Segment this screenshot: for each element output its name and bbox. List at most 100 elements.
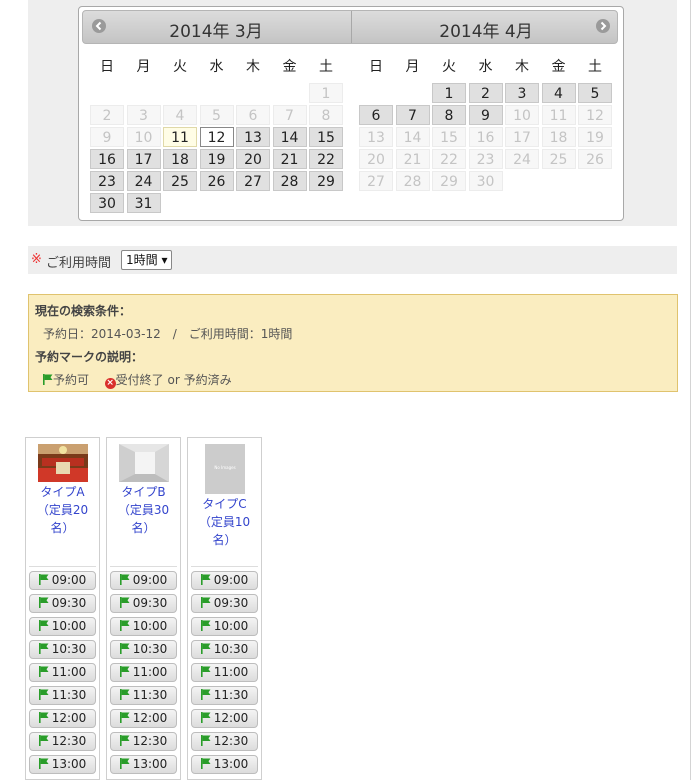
time-slot-button[interactable]: 13:00 <box>191 755 258 774</box>
calendar-day: 12 <box>578 105 612 125</box>
calendar-day[interactable]: 5 <box>578 83 612 103</box>
weekday-header: 水 <box>478 59 493 75</box>
flag-icon <box>200 712 211 723</box>
calendar-day: 24 <box>505 149 539 169</box>
calendar-day[interactable]: 18 <box>163 149 197 169</box>
room-thumbnail-hall[interactable] <box>38 444 88 482</box>
time-slot-button[interactable]: 11:00 <box>110 663 177 682</box>
calendar-day[interactable]: 6 <box>359 105 393 125</box>
calendar-day[interactable]: 13 <box>236 127 270 147</box>
calendar-day[interactable]: 29 <box>309 171 343 191</box>
room-name-link[interactable]: タイプC （定員10 名） <box>188 495 261 549</box>
time-slot-button[interactable]: 11:00 <box>29 663 96 682</box>
time-slot-button[interactable]: 11:30 <box>29 686 96 705</box>
weekday-header: 火 <box>442 59 456 75</box>
time-slot-button[interactable]: 09:00 <box>110 571 177 590</box>
cross-circle-icon: × <box>104 378 116 389</box>
calendar-day[interactable]: 11 <box>163 127 197 147</box>
time-slot-label: 12:00 <box>51 711 87 725</box>
time-slot-button[interactable]: 10:30 <box>29 640 96 659</box>
time-slot-button[interactable]: 12:00 <box>110 709 177 728</box>
time-slot-label: 12:00 <box>132 711 168 725</box>
time-slot-button[interactable]: 10:00 <box>110 617 177 636</box>
flag-icon <box>200 597 211 608</box>
time-slot-button[interactable]: 10:00 <box>191 617 258 636</box>
time-slot-label: 11:30 <box>213 688 249 702</box>
time-slot-button[interactable]: 10:30 <box>191 640 258 659</box>
usage-time-select[interactable]: 1時間 ▾ <box>121 250 173 270</box>
time-slot-label: 09:30 <box>132 596 168 610</box>
room-name-link[interactable]: タイプA （定員20 名） <box>26 483 99 537</box>
calendar-day[interactable]: 25 <box>163 171 197 191</box>
flag-icon <box>119 620 130 631</box>
weekday-header: 日 <box>369 59 383 75</box>
flag-icon <box>119 712 130 723</box>
calendar-day[interactable]: 15 <box>309 127 343 147</box>
room-thumbnail-room[interactable] <box>119 444 169 482</box>
time-slot-button[interactable]: 12:30 <box>29 732 96 751</box>
flag-icon <box>119 597 130 608</box>
prev-month-icon[interactable] <box>92 19 106 33</box>
room-name-link[interactable]: タイプB （定員30 名） <box>107 483 180 537</box>
time-slot-label: 11:00 <box>132 665 168 679</box>
calendar-day[interactable]: 22 <box>309 149 343 169</box>
time-slot-label: 11:30 <box>132 688 168 702</box>
time-slot-button[interactable]: 09:30 <box>191 594 258 613</box>
time-slot-button[interactable]: 09:00 <box>29 571 96 590</box>
calendar-day[interactable]: 8 <box>432 105 466 125</box>
calendar-day: 7 <box>272 105 307 125</box>
time-slot-button[interactable]: 10:00 <box>29 617 96 636</box>
calendar-day[interactable]: 12 <box>199 127 234 147</box>
time-slot-button[interactable]: 11:00 <box>191 663 258 682</box>
time-slot-button[interactable]: 13:00 <box>29 755 96 774</box>
calendar-day[interactable]: 16 <box>90 149 124 169</box>
time-slot-button[interactable]: 10:30 <box>110 640 177 659</box>
calendar-day[interactable]: 23 <box>90 171 124 191</box>
flag-icon <box>200 735 211 746</box>
time-slot-button[interactable]: 12:00 <box>29 709 96 728</box>
legend-row: 予約可 × 受付終了 or 予約済み <box>43 371 232 389</box>
time-slot-label: 13:00 <box>132 757 168 771</box>
next-month-icon[interactable] <box>596 19 610 33</box>
room-divider <box>191 566 258 567</box>
time-slot-button[interactable]: 12:30 <box>110 732 177 751</box>
time-slot-button[interactable]: 13:00 <box>110 755 177 774</box>
weekday-header: 日 <box>100 59 114 75</box>
time-slot-label: 13:00 <box>51 757 87 771</box>
calendar-day[interactable]: 24 <box>126 171 161 191</box>
time-slot-button[interactable]: 11:30 <box>110 686 177 705</box>
calendar-day: 19 <box>578 127 612 147</box>
calendar-day[interactable]: 28 <box>272 171 307 191</box>
calendar-day[interactable]: 20 <box>236 149 270 169</box>
time-slot-button[interactable]: 09:00 <box>191 571 258 590</box>
calendar-day[interactable]: 26 <box>199 171 234 191</box>
calendar-day[interactable]: 2 <box>468 83 503 103</box>
weekday-header: 水 <box>209 59 224 75</box>
calendar-day[interactable]: 4 <box>541 83 576 103</box>
calendar-day[interactable]: 21 <box>272 149 307 169</box>
time-slot-button[interactable]: 09:30 <box>110 594 177 613</box>
calendar-day[interactable]: 14 <box>272 127 307 147</box>
calendar-day[interactable]: 27 <box>236 171 270 191</box>
weekday-header: 火 <box>173 59 187 75</box>
calendar-day[interactable]: 7 <box>395 105 430 125</box>
calendar-day[interactable]: 9 <box>468 105 503 125</box>
calendar-day[interactable]: 19 <box>199 149 234 169</box>
time-slot-button[interactable]: 12:30 <box>191 732 258 751</box>
room-thumbnail-no-image[interactable]: No Images <box>205 444 245 494</box>
time-slot-button[interactable]: 11:30 <box>191 686 258 705</box>
room-column: タイプB （定員30 名） 09:00 09:30 10:00 10:30 11:00 11:3… <box>106 437 181 780</box>
calendar-day[interactable]: 30 <box>90 193 124 213</box>
time-slot-button[interactable]: 09:30 <box>29 594 96 613</box>
time-slot-label: 10:00 <box>51 619 87 633</box>
calendar-day[interactable]: 31 <box>126 193 161 213</box>
calendar-day: 15 <box>432 127 466 147</box>
calendar-day[interactable]: 17 <box>126 149 161 169</box>
flag-icon <box>38 666 49 677</box>
calendar-day[interactable]: 1 <box>432 83 466 103</box>
weekday-header: 土 <box>588 59 602 75</box>
calendar-day[interactable]: 3 <box>505 83 539 103</box>
time-slot-button[interactable]: 12:00 <box>191 709 258 728</box>
calendar-day: 14 <box>395 127 430 147</box>
calendar-day: 8 <box>309 105 343 125</box>
